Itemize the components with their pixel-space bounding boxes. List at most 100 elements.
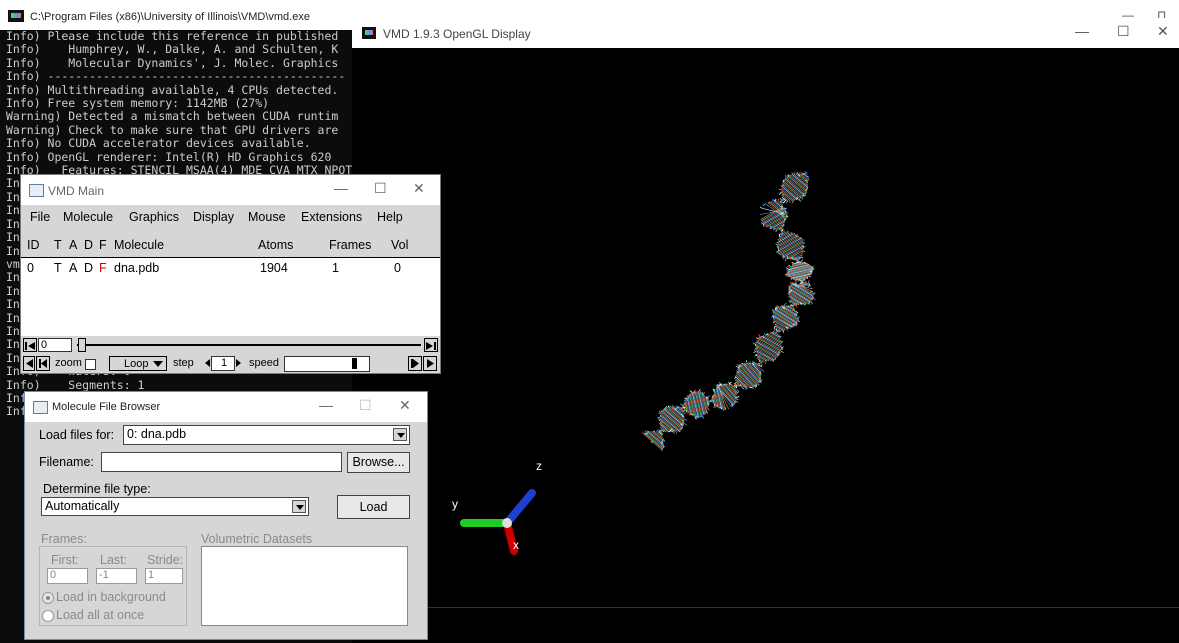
toggle-fixed[interactable]: F: [99, 261, 107, 275]
step-decrease-button[interactable]: [203, 356, 211, 371]
console-line: Info) Multithreading available, 4 CPUs d…: [6, 82, 339, 97]
menu-file[interactable]: File: [30, 210, 50, 224]
close-icon[interactable]: ✕: [399, 397, 411, 414]
console-line: Info) Segments: 1: [6, 377, 145, 392]
step-input[interactable]: 1: [211, 356, 235, 371]
maximize-icon[interactable]: ☐: [1117, 23, 1130, 40]
vmd-main-window[interactable]: VMD Main — ☐ ✕ File Molecule Graphics Di…: [20, 174, 441, 374]
volumetric-datasets-list[interactable]: [201, 546, 408, 626]
col-d[interactable]: D: [84, 238, 93, 252]
step-increase-button[interactable]: [235, 356, 243, 371]
window-icon: [33, 401, 48, 414]
minimize-icon[interactable]: —: [334, 180, 348, 196]
play-reverse-button[interactable]: [23, 356, 35, 371]
browse-button[interactable]: Browse...: [347, 452, 410, 473]
close-icon[interactable]: ✕: [413, 180, 425, 197]
play-forward-button[interactable]: [423, 356, 437, 371]
console-line: Warning) Check to make sure that GPU dri…: [6, 122, 339, 137]
file-type-select[interactable]: Automatically: [41, 497, 309, 516]
vmd-main-title: VMD Main: [48, 184, 105, 198]
toggle-active[interactable]: A: [69, 261, 77, 275]
toggle-top[interactable]: T: [54, 261, 62, 275]
menu-mouse[interactable]: Mouse: [248, 210, 286, 224]
menu-help[interactable]: Help: [377, 210, 403, 224]
console-line: Info) Molecular Dynamics', J. Molec. Gra…: [6, 55, 339, 70]
axes-indicator: y z x: [452, 459, 542, 555]
toggle-drawn[interactable]: D: [84, 261, 93, 275]
console-line: Info) Humphrey, W., Dalke, A. and Schult…: [6, 42, 339, 57]
chevron-down-icon: [153, 361, 163, 367]
determine-file-type-label: Determine file type:: [43, 482, 151, 496]
load-all-label: Load all at once: [56, 608, 145, 622]
goto-start-button[interactable]: [23, 338, 37, 352]
file-browser-titlebar[interactable]: Molecule File Browser — ☐ ✕: [25, 392, 427, 422]
cell-molecule-name[interactable]: dna.pdb: [114, 261, 159, 275]
frame-number-input[interactable]: 0: [38, 338, 72, 352]
stride-input[interactable]: 1: [145, 568, 183, 584]
col-t[interactable]: T: [54, 238, 62, 252]
step-forward-icon: [411, 359, 419, 368]
play-forward-icon: [427, 359, 434, 368]
col-vol[interactable]: Vol: [391, 238, 408, 252]
console-line: Info) Free system memory: 1142MB (27%): [6, 96, 270, 111]
cell-vol: 0: [394, 261, 401, 275]
step-back-icon: [39, 359, 47, 368]
menu-molecule[interactable]: Molecule: [63, 210, 113, 224]
chevron-down-icon: [393, 428, 407, 441]
animation-controls: zoom Loop step 1 speed: [21, 354, 440, 373]
frame-slider-handle[interactable]: [78, 338, 86, 352]
last-label: Last:: [100, 553, 128, 567]
file-type-value: Automatically: [45, 499, 120, 513]
window-icon: [29, 184, 44, 197]
volumetric-datasets-label: Volumetric Datasets: [201, 532, 313, 546]
load-background-radio[interactable]: [42, 592, 54, 604]
close-icon[interactable]: ✕: [1157, 23, 1169, 40]
axis-z-arrow: [503, 489, 536, 527]
load-files-for-select[interactable]: 0: dna.pdb: [123, 425, 410, 445]
molecule-list-header: ID T A D F Molecule Atoms Frames Vol: [21, 233, 440, 258]
step-forward-button[interactable]: [408, 356, 422, 371]
molecule-list[interactable]: 0 T A D F dna.pdb 1904 1 0: [21, 258, 440, 336]
molecule-viewport[interactable]: y z x: [352, 48, 1179, 607]
col-a[interactable]: A: [69, 238, 77, 252]
zoom-checkbox[interactable]: [85, 359, 96, 370]
gl-titlebar[interactable]: VMD 1.9.3 OpenGL Display — ☐ ✕: [352, 18, 1179, 48]
speed-slider[interactable]: [284, 356, 370, 372]
speed-label: speed: [249, 357, 279, 369]
maximize-icon[interactable]: ☐: [374, 180, 387, 197]
left-arrow-icon: [205, 359, 210, 367]
filename-input[interactable]: [101, 452, 342, 472]
step-back-button[interactable]: [36, 356, 50, 371]
goto-end-button[interactable]: [424, 338, 438, 352]
console-line: Info) No CUDA accelerator devices availa…: [6, 136, 311, 151]
vmd-main-titlebar[interactable]: VMD Main — ☐ ✕: [21, 175, 440, 205]
console-line: Info) Please include this reference in p…: [6, 30, 339, 43]
menu-graphics[interactable]: Graphics: [129, 210, 179, 224]
table-row[interactable]: 0 T A D F dna.pdb 1904 1 0: [21, 258, 440, 276]
opengl-display-window[interactable]: VMD 1.9.3 OpenGL Display — ☐ ✕ y z x: [352, 18, 1179, 643]
col-f[interactable]: F: [99, 238, 107, 252]
cell-atoms: 1904: [260, 261, 288, 275]
col-atoms[interactable]: Atoms: [258, 238, 293, 252]
first-frame-input[interactable]: 0: [47, 568, 88, 584]
load-all-radio[interactable]: [42, 610, 54, 622]
vmd-app-icon: [8, 10, 24, 22]
minimize-icon[interactable]: —: [319, 397, 333, 413]
axis-origin: [502, 518, 512, 528]
menu-display[interactable]: Display: [193, 210, 234, 224]
load-files-for-value: 0: dna.pdb: [127, 427, 187, 441]
last-frame-input[interactable]: -1: [96, 568, 137, 584]
menu-extensions[interactable]: Extensions: [301, 210, 362, 224]
frame-slider-track[interactable]: [77, 344, 421, 346]
zoom-label: zoom: [55, 357, 82, 369]
col-molecule[interactable]: Molecule: [114, 238, 164, 252]
col-id[interactable]: ID: [27, 238, 40, 252]
gl-bottom-divider: [352, 607, 1179, 608]
minimize-icon[interactable]: —: [1075, 23, 1089, 39]
step-label: step: [173, 357, 194, 369]
speed-slider-handle[interactable]: [352, 358, 357, 369]
col-frames[interactable]: Frames: [329, 238, 371, 252]
load-button[interactable]: Load: [337, 495, 410, 519]
molecule-file-browser-window[interactable]: Molecule File Browser — ☐ ✕ Load files f…: [24, 391, 428, 640]
loop-mode-select[interactable]: Loop: [109, 356, 167, 371]
